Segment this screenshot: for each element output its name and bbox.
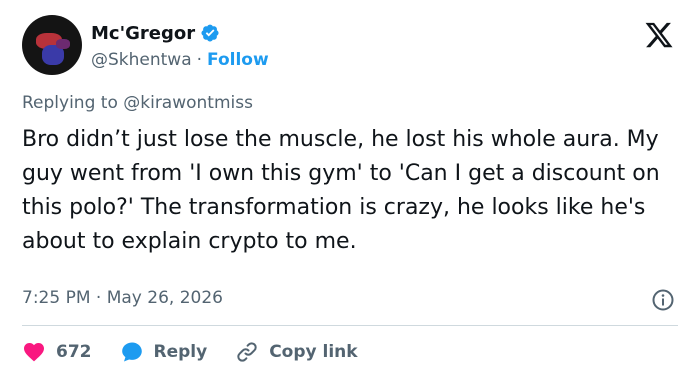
author-display-name[interactable]: Mc'Gregor bbox=[91, 23, 195, 44]
replying-to-line: Replying to @kirawontmiss bbox=[22, 93, 253, 113]
heart-icon bbox=[24, 343, 44, 362]
copy-link-label: Copy link bbox=[269, 342, 358, 362]
timestamp-separator: · bbox=[95, 288, 102, 308]
tweet-timestamp[interactable]: 7:25 PM · May 26, 2026 bbox=[22, 288, 223, 308]
x-logo-icon[interactable] bbox=[642, 20, 676, 50]
tweet-date: May 26, 2026 bbox=[106, 288, 223, 308]
avatar-shape bbox=[56, 39, 70, 49]
author-handle[interactable]: @Skhentwa bbox=[91, 50, 192, 70]
reply-bubble-icon bbox=[121, 342, 142, 362]
replying-to-label: Replying to bbox=[22, 93, 124, 113]
author-avatar[interactable] bbox=[22, 15, 82, 75]
reply-button[interactable]: Reply bbox=[120, 340, 208, 364]
like-count: 672 bbox=[56, 342, 92, 362]
copy-link-button[interactable]: Copy link bbox=[235, 340, 358, 364]
handle-separator: · bbox=[196, 50, 203, 70]
author-handle-row: @Skhentwa · Follow bbox=[91, 48, 269, 72]
divider bbox=[22, 325, 678, 326]
tweet-actions: 672 Reply Copy link bbox=[22, 338, 386, 366]
tweet-text: Bro didn’t just lose the muscle, he lost… bbox=[22, 127, 660, 254]
like-button[interactable]: 672 bbox=[22, 340, 92, 364]
reply-mention-link[interactable]: @kirawontmiss bbox=[123, 93, 253, 113]
tweet-time: 7:25 PM bbox=[22, 288, 91, 308]
author-name-row: Mc'Gregor bbox=[91, 20, 220, 46]
info-icon[interactable] bbox=[651, 288, 675, 312]
verified-badge-icon bbox=[201, 24, 219, 42]
link-icon bbox=[237, 342, 257, 362]
follow-button[interactable]: Follow bbox=[207, 50, 269, 70]
reply-label: Reply bbox=[153, 342, 208, 362]
